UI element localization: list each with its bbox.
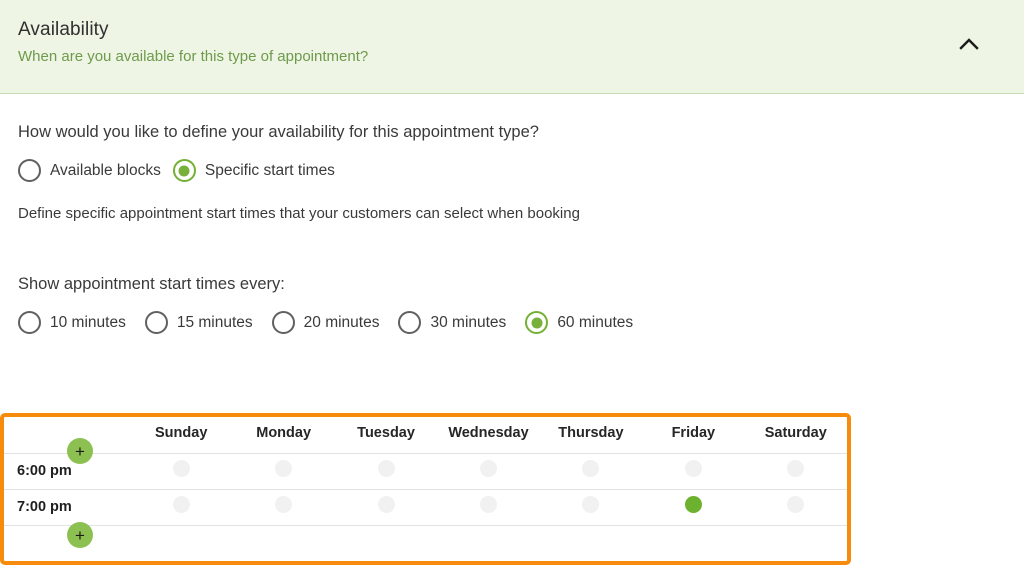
- table-row: 6:00 pm: [4, 453, 847, 490]
- radio-available-blocks[interactable]: Available blocks: [18, 159, 161, 182]
- column-header-friday: Friday: [642, 417, 745, 454]
- slot-toggle[interactable]: [479, 496, 497, 513]
- column-header-wednesday: Wednesday: [437, 417, 540, 454]
- add-time-row-below-button[interactable]: +: [67, 522, 93, 548]
- slot-cell-sunday-7pm[interactable]: [130, 489, 233, 526]
- column-header-sunday: Sunday: [130, 417, 233, 454]
- radio-interval-10-minutes[interactable]: 10 minutes: [18, 311, 126, 334]
- slot-toggle[interactable]: [377, 496, 395, 513]
- radio-indicator: [271, 311, 295, 334]
- slot-cell-tuesday-6pm[interactable]: [334, 453, 438, 490]
- slot-cell-sunday-6pm[interactable]: [130, 453, 233, 490]
- slot-cell-monday-6pm[interactable]: [232, 453, 335, 490]
- radio-label: 30 minutes: [430, 313, 507, 331]
- availability-body: How would you like to define your availa…: [0, 121, 1024, 565]
- interval-section-label: Show appointment start times every:: [18, 275, 285, 293]
- row-time-label: 6:00 pm: [4, 453, 130, 490]
- column-header-tuesday: Tuesday: [334, 417, 438, 454]
- radio-label: Available blocks: [50, 161, 161, 179]
- column-header-saturday: Saturday: [744, 417, 847, 454]
- slot-toggle[interactable]: [275, 460, 293, 477]
- table-row: 7:00 pm: [4, 489, 847, 526]
- column-header-thursday: Thursday: [539, 417, 643, 454]
- radio-label: 10 minutes: [50, 313, 126, 331]
- radio-indicator: [18, 311, 41, 334]
- plus-icon: +: [75, 525, 85, 545]
- slot-cell-saturday-6pm[interactable]: [744, 453, 847, 490]
- availability-panel-header: Availability When are you available for …: [0, 0, 1024, 94]
- slot-toggle[interactable]: [479, 460, 497, 477]
- slot-toggle[interactable]: [684, 460, 702, 477]
- radio-label: 20 minutes: [303, 313, 380, 331]
- slot-cell-friday-7pm[interactable]: [642, 489, 745, 526]
- slot-toggle[interactable]: [275, 496, 293, 513]
- radio-label: 15 minutes: [176, 313, 253, 331]
- radio-indicator: [398, 311, 422, 334]
- interval-radio-group: 10 minutes 15 minutes 20 minutes 30 minu…: [18, 311, 1024, 334]
- slot-cell-wednesday-7pm[interactable]: [437, 489, 540, 526]
- add-time-row-above-button[interactable]: +: [67, 438, 93, 464]
- page-title: Availability: [18, 19, 109, 40]
- slot-toggle-selected[interactable]: [684, 496, 702, 513]
- panel-subtitle: When are you available for this type of …: [18, 48, 369, 65]
- radio-indicator-selected: [525, 311, 549, 334]
- radio-interval-15-minutes[interactable]: 15 minutes: [144, 311, 253, 334]
- row-time-label: 7:00 pm: [4, 489, 130, 526]
- slot-cell-tuesday-7pm[interactable]: [334, 489, 438, 526]
- slot-toggle[interactable]: [787, 460, 805, 477]
- radio-specific-start-times[interactable]: Specific start times: [172, 159, 335, 182]
- radio-indicator: [144, 311, 168, 334]
- table-footer-row: [4, 525, 847, 561]
- radio-interval-60-minutes[interactable]: 60 minutes: [525, 311, 633, 334]
- slot-toggle[interactable]: [377, 460, 395, 477]
- radio-indicator-selected: [172, 159, 196, 182]
- footer-spacer-cells: [130, 525, 847, 561]
- chevron-up-icon[interactable]: [956, 32, 982, 54]
- radio-interval-30-minutes[interactable]: 30 minutes: [398, 311, 506, 334]
- slot-toggle[interactable]: [582, 496, 600, 513]
- slot-toggle[interactable]: [172, 460, 190, 477]
- slot-toggle[interactable]: [787, 496, 805, 513]
- column-header-monday: Monday: [232, 417, 335, 454]
- radio-interval-20-minutes[interactable]: 20 minutes: [271, 311, 380, 334]
- availability-mode-question: How would you like to define your availa…: [18, 123, 539, 141]
- table-header-row: Sunday Monday Tuesday Wednesday Thursday…: [4, 417, 847, 454]
- slot-cell-saturday-7pm[interactable]: [744, 489, 847, 526]
- plus-icon: +: [75, 441, 85, 461]
- specific-start-times-description: Define specific appointment start times …: [18, 205, 580, 222]
- radio-indicator: [18, 159, 41, 182]
- radio-label: 60 minutes: [557, 313, 634, 331]
- slot-cell-thursday-6pm[interactable]: [539, 453, 643, 490]
- slot-toggle[interactable]: [172, 496, 190, 513]
- slot-toggle[interactable]: [582, 460, 600, 477]
- availability-mode-radio-group: Available blocks Specific start times: [18, 159, 1024, 182]
- start-times-table: Sunday Monday Tuesday Wednesday Thursday…: [4, 417, 847, 561]
- slot-cell-monday-7pm[interactable]: [232, 489, 335, 526]
- radio-label: Specific start times: [204, 161, 335, 179]
- start-times-grid-highlight: + + Sunday Monday Tuesday Wednesday Thur…: [0, 413, 851, 565]
- slot-cell-friday-6pm[interactable]: [642, 453, 745, 490]
- slot-cell-thursday-7pm[interactable]: [539, 489, 643, 526]
- slot-cell-wednesday-6pm[interactable]: [437, 453, 540, 490]
